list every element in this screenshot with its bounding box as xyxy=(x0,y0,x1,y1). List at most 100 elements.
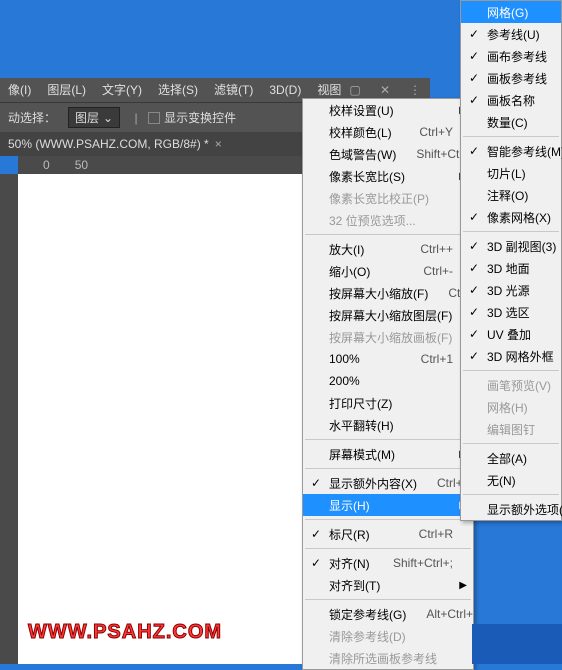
separator xyxy=(463,231,559,232)
separator xyxy=(305,468,471,469)
show-transform-checkbox[interactable] xyxy=(148,112,160,124)
menu-item[interactable]: 显示额外选项(I xyxy=(461,498,561,520)
menu-item: 画笔预览(V) xyxy=(461,374,561,396)
menu-item[interactable]: 校样颜色(L)Ctrl+Y xyxy=(303,121,473,143)
menu-item[interactable]: 网格(G) xyxy=(461,1,561,23)
menu-filter[interactable]: 滤镜(T) xyxy=(206,78,261,102)
separator xyxy=(463,136,559,137)
menu-item-label: 3D 网格外框 xyxy=(487,348,554,365)
menu-item-label: 显示(H) xyxy=(329,497,370,514)
menu-item-label: 网格(G) xyxy=(487,4,528,21)
menu-item-label: 水平翻转(H) xyxy=(329,417,394,434)
minimize-icon[interactable]: — xyxy=(310,83,340,97)
menu-item-label: 像素长宽比(S) xyxy=(329,168,405,185)
menu-item[interactable]: ✓3D 选区 xyxy=(461,301,561,323)
menu-item[interactable]: 全部(A) xyxy=(461,447,561,469)
menu-item-label: 显示额外内容(X) xyxy=(329,475,417,492)
menu-item-label: 画板参考线 xyxy=(487,70,547,87)
menu-item-label: 3D 地面 xyxy=(487,260,530,277)
menu-item[interactable]: 校样设置(U)▶ xyxy=(303,99,473,121)
document-tab[interactable]: 50% (WWW.PSAHZ.COM, RGB/8#) * × xyxy=(0,137,230,151)
maximize-icon[interactable]: ▢ xyxy=(340,83,370,97)
menu-item: 清除所选画板参考线 xyxy=(303,647,473,669)
menu-item[interactable]: 切片(L) xyxy=(461,162,561,184)
menu-item-label: 网格(H) xyxy=(487,399,528,416)
menu-item[interactable]: ✓智能参考线(M) xyxy=(461,140,561,162)
menu-item[interactable]: 按屏幕大小缩放图层(F) xyxy=(303,304,473,326)
tab-close-icon[interactable]: × xyxy=(215,137,222,151)
menu-text[interactable]: 文字(Y) xyxy=(94,78,150,102)
chevron-down-icon: ⌄ xyxy=(103,111,113,125)
menu-item[interactable]: 注释(O) xyxy=(461,184,561,206)
checkmark-icon: ✓ xyxy=(469,93,479,107)
menu-item[interactable]: 打印尺寸(Z) xyxy=(303,392,473,414)
menu-item-label: 放大(I) xyxy=(329,241,364,258)
menu-item[interactable]: ✓UV 叠加 xyxy=(461,323,561,345)
layer-dropdown[interactable]: 图层⌄ xyxy=(68,107,120,128)
menu-item-label: 画笔预览(V) xyxy=(487,377,551,394)
menu-item-label: 画板名称 xyxy=(487,92,535,109)
menu-item[interactable]: ✓ 画板名称 xyxy=(461,89,561,111)
shortcut: Ctrl+R xyxy=(399,527,453,541)
ruler-horizontal[interactable]: 0 50 xyxy=(18,156,302,174)
menu-layer[interactable]: 图层(L) xyxy=(39,78,94,102)
document-tab-bar: 50% (WWW.PSAHZ.COM, RGB/8#) * × xyxy=(0,132,302,156)
menu-item[interactable]: ✓画板参考线 xyxy=(461,67,561,89)
menu-item[interactable]: ✓标尺(R)Ctrl+R xyxy=(303,523,473,545)
menu-item[interactable]: 无(N) xyxy=(461,469,561,491)
separator xyxy=(305,548,471,549)
menu-item[interactable]: 对齐到(T)▶ xyxy=(303,574,473,596)
menu-item[interactable]: ✓3D 光源 xyxy=(461,279,561,301)
menu-item-label: 清除参考线(D) xyxy=(329,628,406,645)
close-icon[interactable]: ✕ xyxy=(370,83,400,97)
menu-item[interactable]: 放大(I) Ctrl++ xyxy=(303,238,473,260)
menu-image[interactable]: 像(I) xyxy=(0,78,39,102)
separator xyxy=(463,443,559,444)
menu-item[interactable]: 数量(C) xyxy=(461,111,561,133)
menu-item[interactable]: ✓画布参考线 xyxy=(461,45,561,67)
menu-item[interactable]: ✓ 3D 网格外框 xyxy=(461,345,561,367)
windows-taskbar[interactable] xyxy=(472,624,562,664)
menu-item-label: 32 位预览选项... xyxy=(329,212,416,229)
menu-item[interactable]: ✓显示额外内容(X)Ctrl+H xyxy=(303,472,473,494)
menu-select[interactable]: 选择(S) xyxy=(150,78,206,102)
menu-item[interactable]: 按屏幕大小缩放(F)Ctrl+0 xyxy=(303,282,473,304)
checkmark-icon: ✓ xyxy=(469,27,479,41)
menu-item[interactable]: 像素长宽比(S)▶ xyxy=(303,165,473,187)
divider-icon: | xyxy=(127,109,145,127)
menu-item[interactable]: ✓像素网格(X) xyxy=(461,206,561,228)
tab-title: 50% (WWW.PSAHZ.COM, RGB/8#) * xyxy=(8,137,209,151)
shortcut: Ctrl++ xyxy=(400,242,453,256)
menu-item[interactable]: 色域警告(W)Shift+Ctrl+Y xyxy=(303,143,473,165)
menu-item-label: 校样设置(U) xyxy=(329,102,394,119)
canvas[interactable] xyxy=(18,174,302,664)
separator xyxy=(463,494,559,495)
separator xyxy=(305,519,471,520)
menu-item-label: 打印尺寸(Z) xyxy=(329,395,392,412)
menu-item[interactable]: 屏幕模式(M)▶ xyxy=(303,443,473,465)
checkmark-icon: ✓ xyxy=(469,261,479,275)
menu-item[interactable]: ✓3D 副视图(3) xyxy=(461,235,561,257)
show-submenu-dropdown: 网格(G)✓参考线(U)✓画布参考线✓画板参考线✓画板名称数量(C)✓智能参考线… xyxy=(460,0,562,521)
shortcut: Alt+Ctrl+; xyxy=(406,607,476,621)
menu-item-label: 按屏幕大小缩放图层(F) xyxy=(329,307,452,324)
separator xyxy=(305,234,471,235)
more-icon[interactable]: ⋮ xyxy=(400,83,430,97)
checkmark-icon: ✓ xyxy=(469,349,479,363)
menu-item[interactable]: 水平翻转(H) xyxy=(303,414,473,436)
menu-item-label: 锁定参考线(G) xyxy=(329,606,406,623)
menu-item-label: 全部(A) xyxy=(487,450,527,467)
shortcut: Shift+Ctrl+; xyxy=(373,556,453,570)
menu-item[interactable]: ✓对齐(N)Shift+Ctrl+; xyxy=(303,552,473,574)
checkmark-icon: ✓ xyxy=(311,527,321,541)
menu-item[interactable]: 缩小(O)Ctrl+- xyxy=(303,260,473,282)
menu-item[interactable]: 锁定参考线(G)Alt+Ctrl+; xyxy=(303,603,473,625)
menu-item[interactable]: ✓ 3D 地面 xyxy=(461,257,561,279)
menu-item[interactable]: 200% xyxy=(303,370,473,392)
menu-item[interactable]: 100%Ctrl+1 xyxy=(303,348,473,370)
menu-item[interactable]: ✓参考线(U) xyxy=(461,23,561,45)
checkmark-icon: ✓ xyxy=(469,239,479,253)
menu-item: 32 位预览选项... xyxy=(303,209,473,231)
menu-item[interactable]: 显示(H)▶ xyxy=(303,494,473,516)
ruler-vertical[interactable] xyxy=(0,174,18,664)
